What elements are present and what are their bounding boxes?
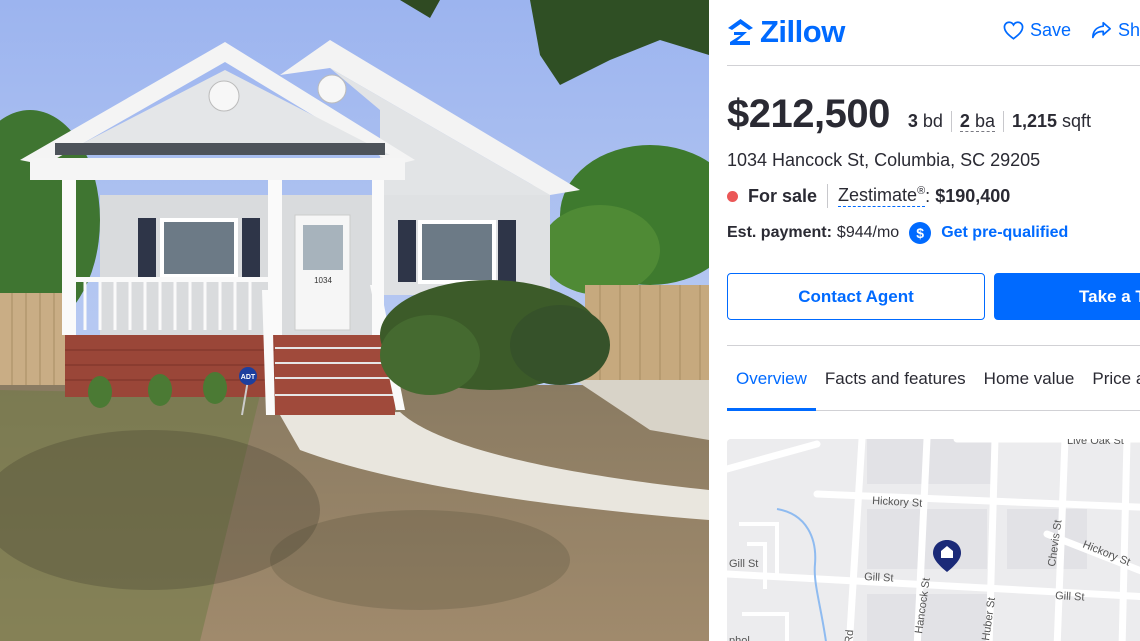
beds-fact: 3 bd: [908, 111, 951, 132]
baths-unit: ba: [974, 111, 995, 131]
listing-address: 1034 Hancock St, Columbia, SC 29205: [727, 150, 1041, 170]
zestimate-registered-mark: ®: [917, 185, 926, 197]
top-bar: Zillow Save Share: [727, 0, 1140, 66]
payment-row: Est. payment: $944/mo $ Get pre-qualifie…: [727, 222, 1068, 244]
zestimate-value: $190,400: [935, 185, 1011, 206]
take-a-tour-button[interactable]: Take a Tour: [994, 273, 1140, 320]
baths-count: 2: [959, 111, 970, 131]
payment-label: Est. payment:: [727, 224, 832, 241]
dollar-icon: $: [909, 222, 932, 244]
heart-icon: [1003, 21, 1024, 40]
payment-value: $944/mo: [836, 224, 900, 241]
contact-agent-button[interactable]: Contact Agent: [727, 273, 985, 320]
house-photo-image: 1034 ADT: [0, 0, 709, 641]
get-pre-qualified-link[interactable]: Get pre-qualified: [941, 224, 1068, 242]
street-label-gill-2: Gill St: [864, 571, 894, 585]
tab-price-and-tax-history[interactable]: Price and tax history: [1083, 358, 1140, 410]
location-map[interactable]: Live Oak St Hickory St Hickory St Gill S…: [727, 439, 1140, 641]
tab-overview[interactable]: Overview: [727, 358, 816, 411]
home-facts: 3 bd 2 ba 1,215 sqft: [908, 111, 1099, 132]
sqft-fact: 1,215 sqft: [1002, 111, 1099, 132]
top-actions: Save Share: [1003, 20, 1140, 41]
share-icon: [1092, 21, 1112, 39]
price-row: $212,500 3 bd 2 ba 1,215 sqft: [727, 92, 1099, 137]
share-button[interactable]: Share: [1091, 20, 1140, 41]
baths-fact[interactable]: 2 ba: [950, 111, 1003, 132]
sqft-unit: sqft: [1062, 111, 1092, 131]
tab-facts-and-features[interactable]: Facts and features: [816, 358, 975, 410]
share-label: Share: [1118, 20, 1140, 40]
listing-details-panel: Zillow Save Share $212,500 3 bd 2 ba 1,2…: [709, 0, 1140, 641]
street-label-gill-1: Gill St: [729, 558, 758, 570]
logo-text: Zillow: [760, 14, 845, 49]
tab-home-value[interactable]: Home value: [975, 358, 1084, 410]
zestimate-colon: :: [925, 185, 931, 206]
zestimate-label: Zestimate: [838, 185, 918, 205]
zestimate-link[interactable]: Zestimate®: [838, 185, 926, 207]
zillow-logo-icon: [728, 19, 753, 45]
status-row: For sale Zestimate®: $190,400: [727, 184, 1010, 208]
map-canvas: Live Oak St Hickory St Hickory St Gill S…: [727, 439, 1140, 641]
street-label-edge: phol: [729, 635, 750, 641]
street-label-rd: Rd: [843, 629, 856, 641]
listing-status: For sale: [748, 185, 818, 206]
street-label-live-oak: Live Oak St: [1067, 439, 1124, 447]
sqft-count: 1,215: [1011, 111, 1058, 131]
status-divider: [827, 184, 829, 208]
house-number: 1034: [314, 276, 332, 285]
section-divider: [727, 345, 1140, 346]
beds-unit: bd: [922, 111, 943, 131]
listing-tabs: Overview Facts and features Home value P…: [727, 358, 1140, 411]
listing-photo[interactable]: 1034 ADT: [0, 0, 709, 641]
street-label-gill-3: Gill St: [1055, 590, 1085, 604]
status-dot-icon: [727, 190, 738, 202]
listing-price: $212,500: [727, 92, 890, 136]
save-label: Save: [1030, 20, 1072, 40]
save-button[interactable]: Save: [1003, 20, 1071, 41]
zillow-logo[interactable]: Zillow: [727, 14, 845, 50]
beds-count: 3: [907, 111, 918, 131]
adt-sign-text: ADT: [241, 374, 256, 381]
